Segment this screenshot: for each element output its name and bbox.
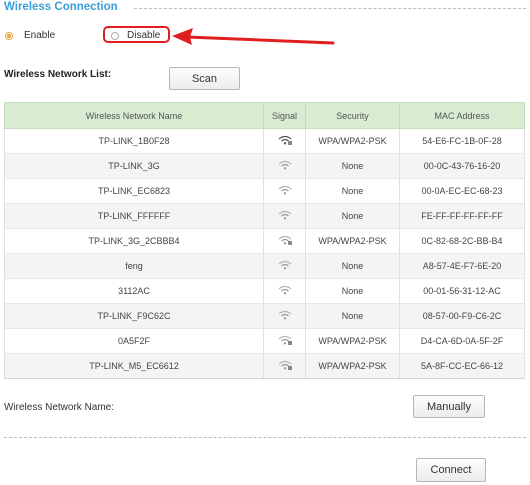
column-header-name: Wireless Network Name bbox=[4, 102, 264, 129]
wifi-medium-icon bbox=[278, 310, 292, 322]
disable-highlight-box bbox=[103, 26, 170, 43]
wifi-medium-icon bbox=[278, 260, 292, 272]
table-row[interactable]: TP-LINK_1B0F28 WPA/WPA2-PSK 54-E6-FC-1B-0F… bbox=[4, 128, 525, 154]
security-cell: None bbox=[305, 203, 400, 229]
network-name-cell: feng bbox=[4, 253, 264, 279]
wifi-medium-icon bbox=[278, 160, 292, 172]
security-cell: None bbox=[305, 153, 400, 179]
network-name-cell: TP-LINK_M5_EC6612 bbox=[4, 353, 264, 379]
table-row[interactable]: TP-LINK_M5_EC6612 WPA/WPA2-PSK 5A-8F-CC-EC… bbox=[4, 353, 525, 379]
security-cell: None bbox=[305, 303, 400, 329]
signal-cell bbox=[263, 353, 306, 379]
column-header-mac: MAC Address bbox=[399, 102, 525, 129]
security-cell: WPA/WPA2-PSK bbox=[305, 328, 400, 354]
scan-button[interactable]: Scan bbox=[169, 67, 240, 90]
table-row[interactable]: 0A5F2F WPA/WPA2-PSK D4-CA-6D-0A-5F-2F bbox=[4, 328, 525, 354]
pointer-arrow-icon bbox=[172, 28, 335, 45]
mac-address-cell: 00-0C-43-76-16-20 bbox=[399, 153, 525, 179]
wifi-medium-locked-icon bbox=[278, 235, 292, 247]
network-name-cell: 3112AC bbox=[4, 278, 264, 304]
signal-cell bbox=[263, 128, 306, 154]
section-title: Wireless Connection bbox=[4, 1, 122, 13]
network-name-cell: TP-LINK_3G bbox=[4, 153, 264, 179]
network-name-cell: TP-LINK_3G_2CBBB4 bbox=[4, 228, 264, 254]
security-cell: None bbox=[305, 253, 400, 279]
network-list-label: Wireless Network List: bbox=[4, 69, 112, 80]
wifi-medium-icon bbox=[278, 285, 292, 297]
network-name-cell: TP-LINK_F9C62C bbox=[4, 303, 264, 329]
table-header-row: Wireless Network Name Signal Security MA… bbox=[4, 102, 525, 129]
mac-address-cell: 08-57-00-F9-C6-2C bbox=[399, 303, 525, 329]
column-header-signal: Signal bbox=[263, 102, 306, 129]
signal-cell bbox=[263, 153, 306, 179]
footer-divider bbox=[4, 437, 526, 438]
signal-cell bbox=[263, 278, 306, 304]
network-name-cell: TP-LINK_1B0F28 bbox=[4, 128, 264, 154]
security-cell: WPA/WPA2-PSK bbox=[305, 353, 400, 379]
enable-label: Enable bbox=[24, 30, 56, 41]
table-row[interactable]: TP-LINK_3G_2CBBB4 WPA/WPA2-PSK 0C-82-68-2C… bbox=[4, 228, 525, 254]
table-row[interactable]: TP-LINK_3G None 00-0C-43-76-16-20 bbox=[4, 153, 525, 179]
mac-address-cell: D4-CA-6D-0A-5F-2F bbox=[399, 328, 525, 354]
mac-address-cell: 00-0A-EC-EC-68-23 bbox=[399, 178, 525, 204]
signal-cell bbox=[263, 303, 306, 329]
wifi-medium-icon bbox=[278, 185, 292, 197]
mac-address-cell: 54-E6-FC-1B-0F-28 bbox=[399, 128, 525, 154]
mac-address-cell: 5A-8F-CC-EC-66-12 bbox=[399, 353, 525, 379]
signal-cell bbox=[263, 253, 306, 279]
network-name-label: Wireless Network Name: bbox=[4, 402, 115, 413]
security-cell: None bbox=[305, 278, 400, 304]
section-divider bbox=[134, 8, 526, 9]
manually-button[interactable]: Manually bbox=[413, 395, 485, 418]
enable-option[interactable]: Enable bbox=[4, 29, 64, 45]
table-row[interactable]: TP-LINK_FFFFFF None FE-FF-FF-FF-FF-FF bbox=[4, 203, 525, 229]
network-table: Wireless Network Name Signal Security MA… bbox=[4, 102, 525, 379]
mac-address-cell: FE-FF-FF-FF-FF-FF bbox=[399, 203, 525, 229]
column-header-security: Security bbox=[305, 102, 400, 129]
network-name-cell: TP-LINK_EC6823 bbox=[4, 178, 264, 204]
table-row[interactable]: TP-LINK_EC6823 None 00-0A-EC-EC-68-23 bbox=[4, 178, 525, 204]
section-header: Wireless Connection bbox=[4, 1, 526, 15]
wifi-medium-locked-icon bbox=[278, 335, 292, 347]
enable-radio[interactable] bbox=[5, 32, 13, 40]
connect-button[interactable]: Connect bbox=[416, 458, 486, 482]
wifi-medium-locked-icon bbox=[278, 360, 292, 372]
wifi-medium-icon bbox=[278, 210, 292, 222]
table-row[interactable]: feng None A8-57-4E-F7-6E-20 bbox=[4, 253, 525, 279]
signal-cell bbox=[263, 203, 306, 229]
security-cell: None bbox=[305, 178, 400, 204]
signal-cell bbox=[263, 228, 306, 254]
signal-cell bbox=[263, 328, 306, 354]
table-row[interactable]: TP-LINK_F9C62C None 08-57-00-F9-C6-2C bbox=[4, 303, 525, 329]
security-cell: WPA/WPA2-PSK bbox=[305, 128, 400, 154]
signal-cell bbox=[263, 178, 306, 204]
mac-address-cell: 00-01-56-31-12-AC bbox=[399, 278, 525, 304]
security-cell: WPA/WPA2-PSK bbox=[305, 228, 400, 254]
mac-address-cell: A8-57-4E-F7-6E-20 bbox=[399, 253, 525, 279]
mac-address-cell: 0C-82-68-2C-BB-B4 bbox=[399, 228, 525, 254]
table-row[interactable]: 3112AC None 00-01-56-31-12-AC bbox=[4, 278, 525, 304]
wifi-strong-locked-icon bbox=[278, 135, 292, 147]
network-name-cell: 0A5F2F bbox=[4, 328, 264, 354]
network-name-cell: TP-LINK_FFFFFF bbox=[4, 203, 264, 229]
